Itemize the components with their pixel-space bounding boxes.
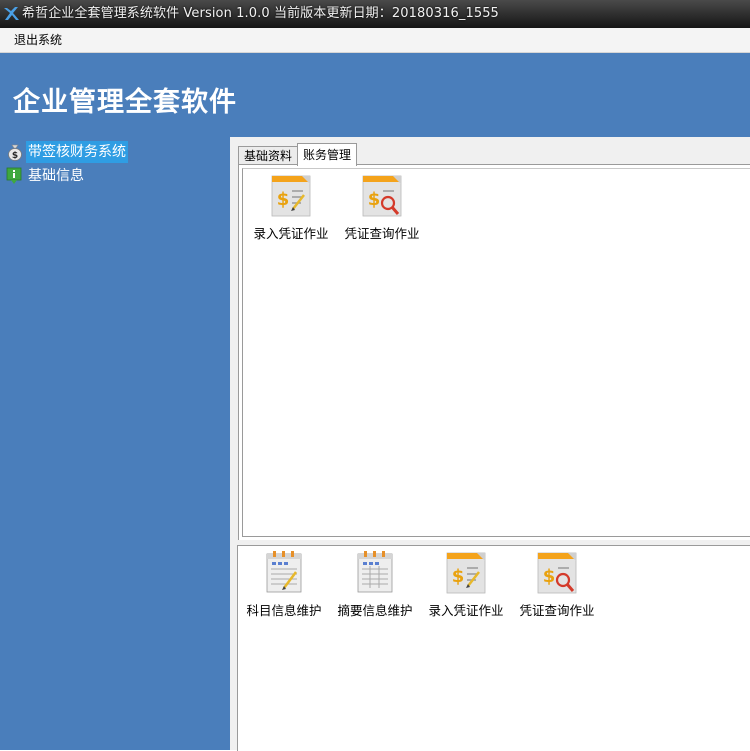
svg-text:$: $ [452, 566, 465, 587]
tile-label: 摘要信息维护 [337, 603, 413, 618]
tile-label: 凭证查询作业 [519, 603, 595, 618]
tile-label: 凭证查询作业 [344, 226, 420, 241]
voucher-entry-icon: $ [446, 552, 486, 594]
tab-accounting-management[interactable]: 账务管理 [297, 143, 358, 166]
menu-item-exit-system[interactable]: 退出系统 [14, 28, 62, 52]
money-bag-icon: $ [8, 144, 22, 161]
voucher-query-icon: $ [362, 175, 402, 217]
shortcut-panel: 科目信息维护 摘要信息维护 $ 录入凭证作业 $ 凭证查询作业 [237, 545, 750, 751]
tab-panel-inner: $ 录入凭证作业 $ 凭证查询作业 [242, 168, 750, 537]
main-content: 基础资料 账务管理 $ 录入凭证作业 $ 凭证查询作业 科目信息维护 摘要信息维… [230, 137, 750, 751]
header-banner: 企业管理全套软件 [0, 53, 750, 137]
info-icon [6, 167, 22, 184]
tile-voucher-query[interactable]: $ 凭证查询作业 [340, 173, 424, 243]
app-logo-icon [4, 7, 19, 20]
svg-text:$: $ [543, 566, 556, 587]
tab-panel-accounting: $ 录入凭证作业 $ 凭证查询作业 [238, 164, 750, 540]
voucher-query-icon: $ [537, 552, 577, 594]
menu-bar: 退出系统 [0, 28, 750, 53]
account-maintenance-icon [266, 551, 302, 593]
app-title: 企业管理全套软件 [13, 87, 237, 118]
tile-label: 录入凭证作业 [428, 603, 504, 618]
sidebar-tree: $ 带签核财务系统 基础信息 [0, 137, 230, 750]
tab-basic-data[interactable]: 基础资料 [238, 146, 299, 166]
voucher-entry-icon: $ [271, 175, 311, 217]
svg-text:$: $ [277, 189, 290, 210]
svg-text:$: $ [12, 151, 18, 161]
tile-voucher-query-shortcut[interactable]: $ 凭证查询作业 [515, 550, 599, 620]
sidebar-item-label: 带签核财务系统 [26, 141, 128, 163]
svg-text:$: $ [368, 189, 381, 210]
sidebar-item-label: 基础信息 [28, 168, 84, 184]
tile-summary-maintenance[interactable]: 摘要信息维护 [333, 550, 417, 620]
tile-label: 录入凭证作业 [253, 226, 329, 241]
tile-label: 科目信息维护 [246, 603, 322, 618]
tile-voucher-entry-shortcut[interactable]: $ 录入凭证作业 [424, 550, 508, 620]
window-title-bar[interactable]: 希哲企业全套管理系统软件 Version 1.0.0 当前版本更新日期：2018… [0, 0, 750, 28]
summary-maintenance-icon [357, 551, 393, 593]
tile-account-maintenance[interactable]: 科目信息维护 [242, 550, 326, 620]
tile-voucher-entry[interactable]: $ 录入凭证作业 [249, 173, 333, 243]
window-title: 希哲企业全套管理系统软件 Version 1.0.0 当前版本更新日期：2018… [22, 6, 499, 21]
